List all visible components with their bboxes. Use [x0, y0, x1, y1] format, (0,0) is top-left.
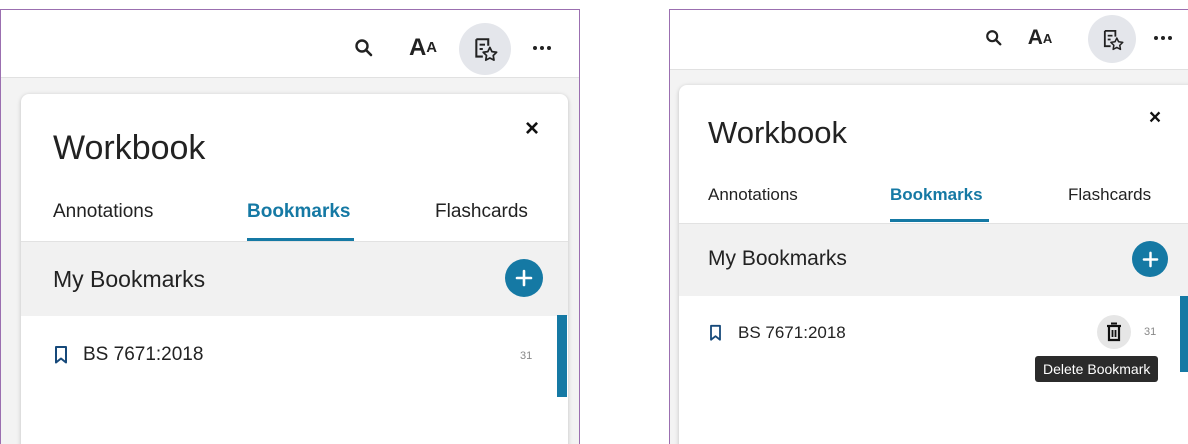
font-size-icon-small: A [1042, 30, 1053, 46]
bookmark-icon [55, 346, 67, 364]
bookmark-page-number: 31 [520, 350, 533, 362]
search-button[interactable] [349, 33, 379, 63]
add-bookmark-button[interactable] [1132, 241, 1168, 277]
my-bookmarks-header: My Bookmarks [679, 223, 1188, 296]
tab-bookmarks[interactable]: Bookmarks [890, 185, 983, 205]
plus-icon [515, 269, 533, 287]
my-bookmarks-title: My Bookmarks [53, 266, 206, 292]
close-button[interactable]: × [519, 115, 545, 142]
more-horizontal-icon [533, 46, 551, 50]
close-button[interactable]: × [1143, 106, 1167, 130]
bookmark-icon [710, 324, 721, 341]
search-button[interactable] [980, 24, 1008, 52]
font-size-icon-big: A [1027, 26, 1043, 49]
tab-annotations[interactable]: Annotations [708, 185, 798, 205]
my-bookmarks-title: My Bookmarks [708, 247, 847, 270]
tab-bookmarks[interactable]: Bookmarks [247, 201, 351, 223]
workbook-button[interactable] [459, 23, 511, 75]
my-bookmarks-header: My Bookmarks [21, 241, 568, 316]
bookmark-page-number: 31 [1144, 326, 1157, 338]
delete-bookmark-tooltip: Delete Bookmark [1035, 356, 1159, 382]
workbook-star-icon [1103, 29, 1124, 50]
workbook-button[interactable] [1088, 15, 1136, 63]
reader-toolbar: AA [0, 9, 580, 78]
font-size-icon-small: A [426, 40, 438, 56]
search-icon [986, 30, 1002, 46]
active-tab-indicator [890, 219, 989, 222]
bookmark-label: BS 7671:2018 [83, 344, 204, 365]
workbook-title: Workbook [708, 115, 847, 150]
more-button[interactable] [527, 33, 557, 63]
list-item[interactable]: BS 7671:2018 31 [21, 316, 568, 400]
reader-window-right: AA Workbook × Annotations Bookmarks Flas… [669, 9, 1188, 444]
font-size-button[interactable]: AA [406, 33, 440, 63]
add-bookmark-button[interactable] [505, 259, 543, 297]
plus-icon [1142, 251, 1158, 267]
reader-toolbar: AA [669, 9, 1188, 70]
scrollbar-thumb[interactable] [1180, 296, 1188, 372]
font-size-button[interactable]: AA [1025, 24, 1055, 52]
tab-annotations[interactable]: Annotations [53, 201, 153, 223]
more-button[interactable] [1149, 24, 1177, 52]
search-icon [355, 39, 373, 57]
tab-flashcards[interactable]: Flashcards [1068, 185, 1151, 205]
workbook-title: Workbook [53, 129, 206, 167]
workbook-panel: Workbook × Annotations Bookmarks Flashca… [21, 94, 568, 444]
workbook-star-icon [475, 38, 498, 62]
more-horizontal-icon [1154, 36, 1172, 40]
delete-bookmark-button[interactable] [1097, 315, 1131, 349]
font-size-icon-big: A [408, 34, 427, 61]
workbook-panel: Workbook × Annotations Bookmarks Flashca… [679, 85, 1188, 444]
scrollbar-thumb[interactable] [557, 315, 567, 397]
tab-flashcards[interactable]: Flashcards [435, 201, 528, 223]
bookmark-label: BS 7671:2018 [738, 323, 846, 342]
reader-window-left: AA Workbook × Annotations Bookmarks Flas… [0, 9, 580, 444]
trash-icon [1107, 322, 1121, 342]
